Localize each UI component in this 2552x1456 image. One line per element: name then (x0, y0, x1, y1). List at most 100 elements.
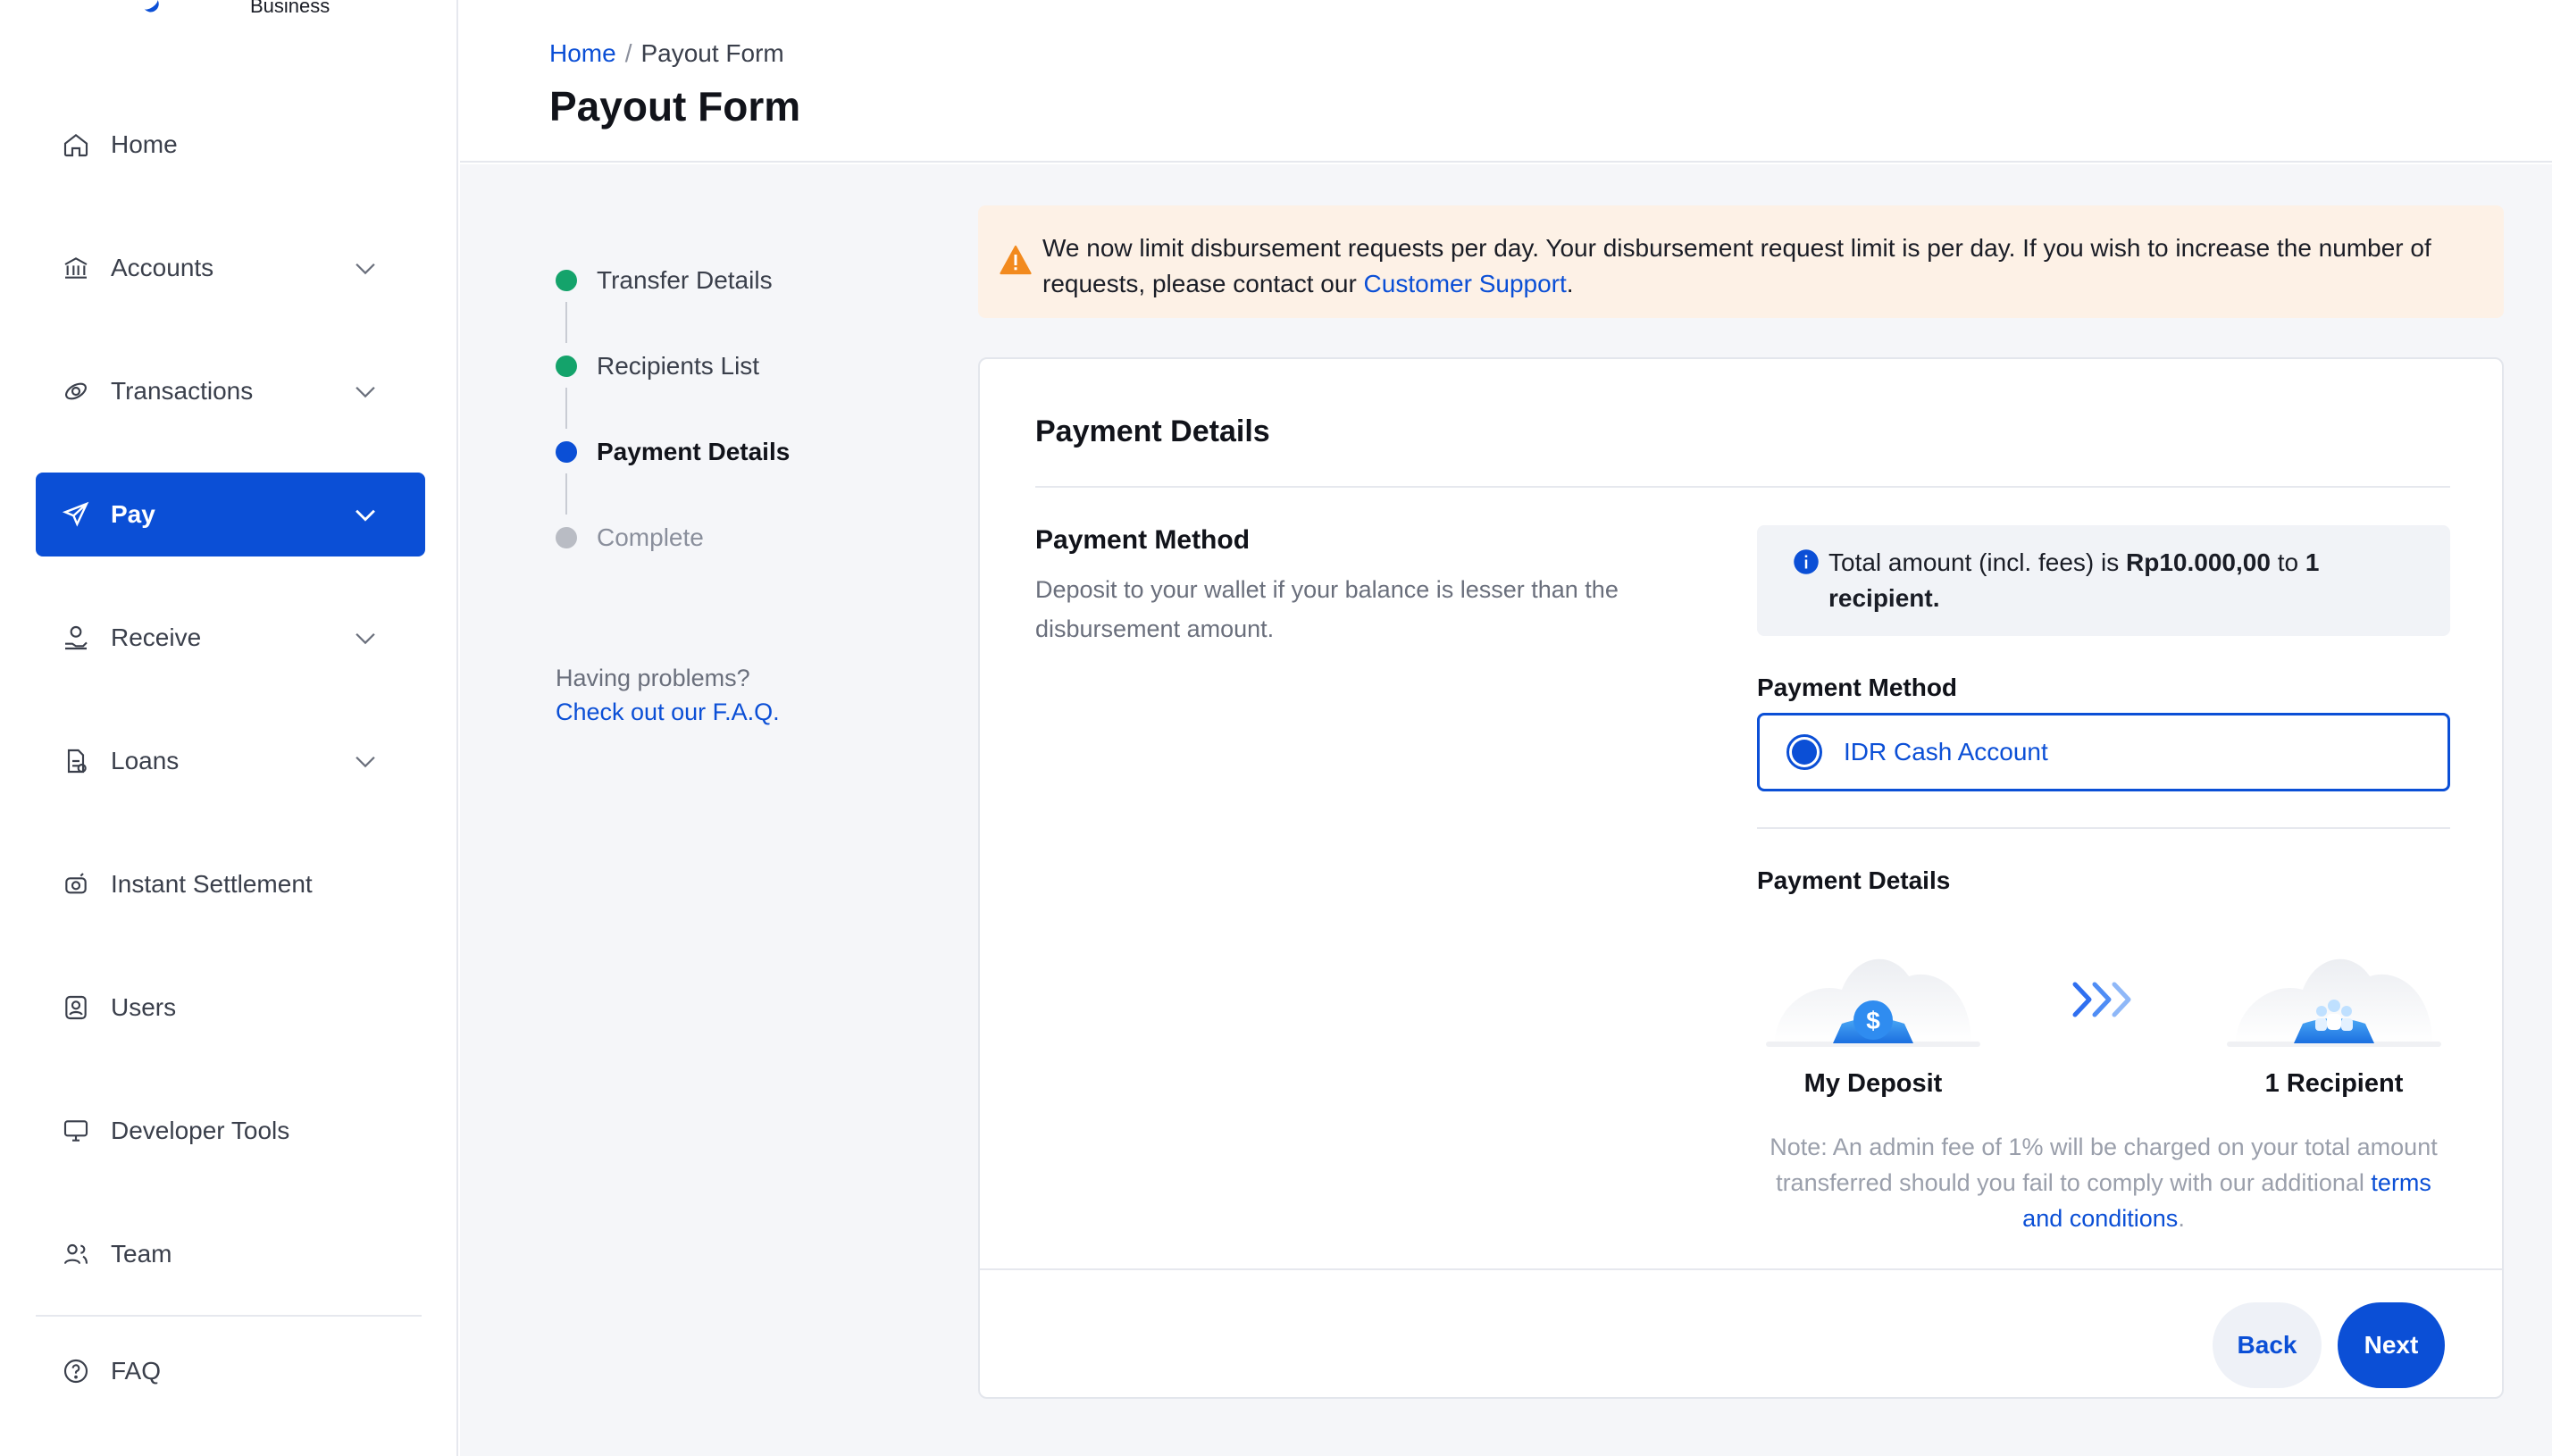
transactions-icon (61, 376, 91, 406)
payment-form-column: Total amount (incl. fees) is Rp10.000,00… (1757, 525, 2450, 1236)
chevron-down-icon (356, 756, 375, 768)
step-recipients-list[interactable]: Recipients List (556, 348, 913, 434)
info-middle: to (2270, 548, 2305, 576)
sidebar-divider (36, 1315, 422, 1317)
page-title: Payout Form (549, 83, 801, 130)
step-label: Payment Details (597, 438, 791, 465)
sidebar-item-label: Instant Settlement (111, 870, 313, 898)
customer-support-link[interactable]: Customer Support (1364, 270, 1567, 297)
question-icon (61, 1356, 91, 1386)
info-prefix: Total amount (incl. fees) is (1828, 548, 2127, 576)
chevron-down-icon (356, 509, 375, 522)
step-label: Complete (597, 523, 704, 551)
recipient-flow-item: 1 Recipient (2218, 927, 2450, 1099)
chevron-down-icon (356, 263, 375, 275)
back-button[interactable]: Back (2213, 1302, 2322, 1388)
sidebar-item-users[interactable]: Users (36, 966, 425, 1050)
sidebar-item-label: Receive (111, 623, 202, 651)
help-section: Having problems? Check out our F.A.Q. (556, 661, 780, 729)
sidebar-item-transactions[interactable]: Transactions (36, 349, 425, 433)
step-payment-details[interactable]: Payment Details (556, 434, 913, 520)
card-footer-divider (980, 1268, 2502, 1270)
transfer-flow: $ My Deposit 1 Recipient (1757, 927, 2450, 1099)
step-connector (565, 302, 567, 343)
sidebar-item-developer-tools[interactable]: Developer Tools (36, 1089, 425, 1173)
main-content: Transfer Details Recipients List Payment… (460, 164, 2552, 1456)
sidebar-nav: Home Accounts Transactions Pay Receive L… (36, 103, 425, 1335)
sidebar-item-label: Accounts (111, 254, 214, 281)
note-text: Note: An admin fee of 1% will be charged… (1770, 1134, 2438, 1196)
payment-method-heading: Payment Method (1035, 525, 1251, 555)
limit-warning-alert: We now limit disbursement requests per d… (978, 205, 2504, 318)
breadcrumb-home-link[interactable]: Home (549, 39, 616, 67)
receive-icon (61, 623, 91, 653)
radio-label: IDR Cash Account (1844, 738, 2048, 766)
svg-text:$: $ (1866, 1007, 1880, 1034)
step-label: Recipients List (597, 352, 760, 380)
section-divider (1757, 827, 2450, 829)
sidebar-item-label: Developer Tools (111, 1117, 290, 1144)
note-suffix: . (2178, 1205, 2185, 1232)
progress-stepper: Transfer Details Recipients List Payment… (556, 263, 913, 606)
step-current-dot (556, 441, 577, 463)
info-icon (1794, 549, 1819, 574)
bank-icon (61, 253, 91, 283)
sidebar-faq: FAQ (36, 1329, 425, 1452)
step-connector (565, 388, 567, 429)
faq-link[interactable]: Check out our F.A.Q. (556, 699, 780, 725)
alert-suffix: . (1566, 270, 1574, 297)
step-label: Transfer Details (597, 266, 773, 294)
breadcrumb-current: Payout Form (640, 39, 784, 67)
triple-chevron-right-icon (2072, 982, 2131, 1017)
help-question: Having problems? (556, 665, 750, 691)
deposit-flow-item: $ My Deposit (1757, 927, 1989, 1099)
sidebar-item-home[interactable]: Home (36, 103, 425, 187)
sidebar: Business Home Accounts Transactions Pay … (0, 0, 458, 1456)
sidebar-item-faq[interactable]: FAQ (36, 1329, 425, 1413)
sidebar-item-instant-settlement[interactable]: Instant Settlement (36, 842, 425, 926)
admin-fee-note: Note: An admin fee of 1% will be charged… (1757, 1129, 2450, 1236)
breadcrumb-separator: / (624, 39, 632, 67)
sidebar-item-receive[interactable]: Receive (36, 596, 425, 680)
step-complete: Complete (556, 520, 913, 606)
send-icon (61, 499, 91, 530)
payment-details-card: Payment Details Payment Method Deposit t… (978, 357, 2504, 1399)
payment-method-description: Deposit to your wallet if your balance i… (1035, 576, 1619, 642)
step-done-dot (556, 356, 577, 377)
sidebar-item-label: Pay (111, 500, 155, 528)
next-button[interactable]: Next (2338, 1302, 2445, 1388)
recipients-illustration-icon (2227, 958, 2441, 1047)
sidebar-item-label: Loans (111, 747, 180, 774)
sidebar-item-accounts[interactable]: Accounts (36, 226, 425, 310)
card-title: Payment Details (1035, 414, 1270, 448)
sidebar-item-label: Home (111, 130, 178, 158)
settlement-icon (61, 869, 91, 900)
sidebar-item-label: Team (111, 1240, 172, 1268)
idr-cash-account-option[interactable]: IDR Cash Account (1757, 713, 2450, 791)
radio-selected-icon[interactable] (1786, 734, 1822, 770)
page-header: Home / Payout Form Payout Form (460, 0, 2552, 163)
step-done-dot (556, 270, 577, 291)
sidebar-item-team[interactable]: Team (36, 1212, 425, 1296)
monitor-icon (61, 1116, 91, 1146)
users-icon (61, 992, 91, 1023)
payment-details-label: Payment Details (1757, 866, 1951, 894)
sidebar-item-label: Transactions (111, 377, 254, 405)
card-divider (1035, 486, 2450, 488)
brand-subtitle: Business (250, 0, 331, 17)
flow-to-label: 1 Recipient (2264, 1069, 2404, 1098)
sidebar-item-loans[interactable]: Loans (36, 719, 425, 803)
flow-from-label: My Deposit (1803, 1069, 1943, 1098)
step-connector (565, 473, 567, 515)
chevron-down-icon (356, 632, 375, 645)
sidebar-item-label: FAQ (111, 1357, 162, 1385)
step-transfer-details[interactable]: Transfer Details (556, 263, 913, 348)
sidebar-item-label: Users (111, 993, 177, 1021)
breadcrumb: Home / Payout Form (549, 39, 784, 68)
total-amount: Rp10.000,00 (2126, 548, 2271, 576)
sidebar-item-pay[interactable]: Pay (36, 473, 425, 556)
brand-logo-icon[interactable] (136, 0, 163, 15)
deposit-illustration-icon: $ (1766, 958, 1980, 1047)
warning-icon (1000, 245, 1032, 275)
team-icon (61, 1239, 91, 1269)
